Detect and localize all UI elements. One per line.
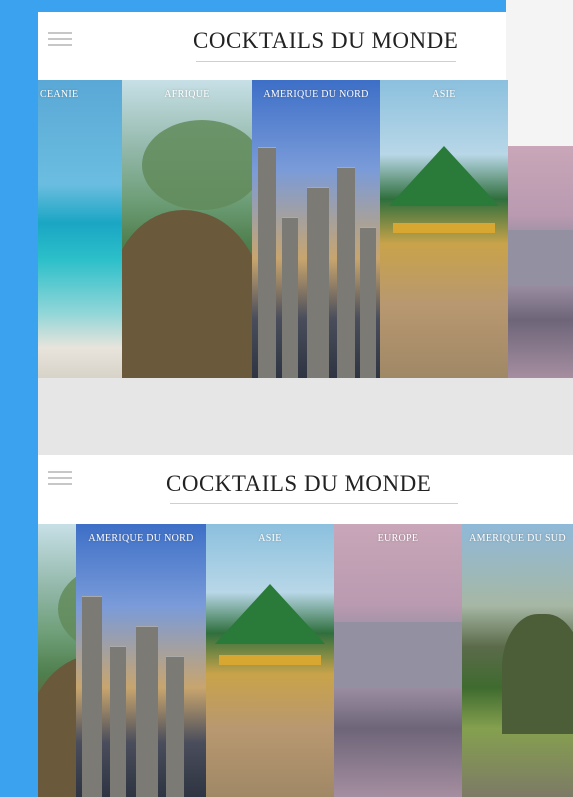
panel-label: CEANIE bbox=[40, 89, 79, 100]
app-header-bottom: COCKTAILS DU MONDE bbox=[38, 455, 573, 527]
building bbox=[360, 227, 376, 378]
title-underline bbox=[196, 61, 456, 62]
panel-afrique[interactable]: AFRIQUE bbox=[122, 80, 252, 378]
panel-oceanie[interactable]: CEANIE bbox=[38, 80, 122, 378]
app-title: COCKTAILS DU MONDE bbox=[193, 28, 459, 53]
panel-europe[interactable]: EUROPE bbox=[334, 524, 462, 797]
castle bbox=[334, 622, 462, 688]
title-underline bbox=[170, 503, 458, 504]
hamburger-icon[interactable] bbox=[48, 32, 72, 46]
panel-label: AMERIQUE DU SUD bbox=[469, 533, 566, 544]
region-strip-bottom: AMERIQUE DU NORD ASIE EUROPE AMERIQUE DU… bbox=[38, 524, 573, 797]
building bbox=[110, 646, 126, 797]
blue-frame-left bbox=[0, 0, 38, 797]
panel-label: AFRIQUE bbox=[164, 89, 210, 100]
panel-amerique-du-nord[interactable]: AMERIQUE DU NORD bbox=[76, 524, 206, 797]
panel-amerique-du-sud[interactable]: AMERIQUE DU SUD bbox=[462, 524, 573, 797]
castle bbox=[508, 229, 573, 286]
building bbox=[258, 147, 276, 378]
region-strip-top: CEANIE AFRIQUE AMERIQUE DU NORD ASIE bbox=[38, 80, 573, 378]
building bbox=[337, 167, 355, 378]
blue-frame-top bbox=[0, 0, 506, 12]
building bbox=[82, 596, 102, 797]
panel-europe[interactable] bbox=[508, 146, 573, 378]
panel-afrique[interactable] bbox=[38, 524, 76, 797]
panel-label: EUROPE bbox=[377, 533, 419, 544]
panel-amerique-du-nord[interactable]: AMERIQUE DU NORD bbox=[252, 80, 380, 378]
panel-label: ASIE bbox=[432, 89, 456, 100]
panel-label: ASIE bbox=[258, 533, 282, 544]
panel-asie[interactable]: ASIE bbox=[206, 524, 334, 797]
building bbox=[307, 187, 329, 378]
hamburger-icon[interactable] bbox=[48, 471, 72, 485]
panel-asie[interactable]: ASIE bbox=[380, 80, 508, 378]
app-header-top: COCKTAILS DU MONDE bbox=[38, 12, 506, 80]
building bbox=[166, 656, 184, 797]
app-title: COCKTAILS DU MONDE bbox=[166, 471, 432, 496]
building bbox=[136, 626, 158, 797]
panel-label: AMERIQUE DU NORD bbox=[263, 89, 369, 100]
panel-label: AMERIQUE DU NORD bbox=[88, 533, 194, 544]
building bbox=[282, 217, 298, 378]
